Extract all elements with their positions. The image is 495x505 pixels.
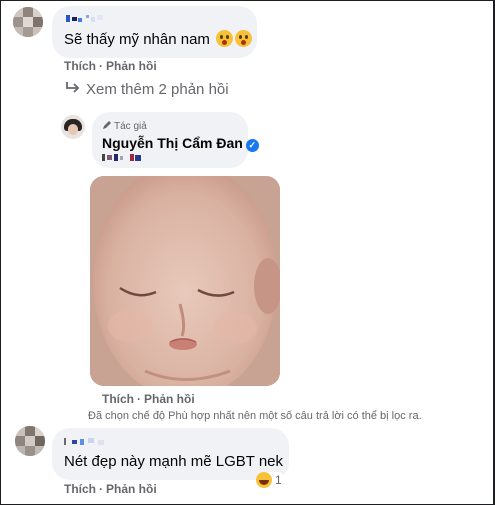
comment-bubble: Nét đẹp này mạnh mẽ LGBT nek — [52, 428, 289, 480]
like-button[interactable]: Thích — [64, 59, 96, 73]
reply-button[interactable]: Phản hồi — [106, 482, 157, 496]
comment-bubble: Sẽ thấy mỹ nhân nam — [52, 6, 257, 58]
astonished-face-icon — [235, 30, 253, 47]
commenter-name-pixelated[interactable] — [66, 15, 106, 22]
reply-button[interactable]: Phản hồi — [106, 59, 157, 73]
filter-note: Đã chọn chế độ Phù hợp nhất nên một số c… — [88, 410, 422, 422]
author-name[interactable]: Nguyễn Thị Cẩm Đan — [102, 135, 243, 151]
commenter-name-pixelated[interactable] — [64, 438, 110, 445]
author-badge-label: Tác giả — [114, 121, 147, 132]
commenter-avatar[interactable] — [15, 426, 45, 456]
view-more-replies-label: Xem thêm 2 phản hồi — [86, 81, 229, 98]
like-button[interactable]: Thích — [64, 482, 96, 496]
view-more-replies[interactable]: Xem thêm 2 phản hồi — [64, 81, 229, 98]
author-avatar[interactable] — [61, 115, 85, 139]
comment-text: Nét đẹp này mạnh mẽ LGBT nek — [64, 453, 284, 470]
reaction-count: 1 — [275, 473, 282, 487]
baby-face-image — [90, 176, 280, 386]
author-reply-bubble: Tác giả Nguyễn Thị Cẩm Đan ✓ — [92, 112, 259, 168]
author-subline-pixelated — [102, 154, 148, 161]
commenter-avatar[interactable] — [13, 7, 43, 37]
reply-button[interactable]: Phản hồi — [144, 392, 195, 406]
like-button[interactable]: Thích — [102, 392, 134, 406]
laughing-face-icon — [256, 472, 272, 488]
astonished-face-icon — [216, 30, 234, 47]
verified-badge-icon: ✓ — [245, 139, 259, 152]
comment-text: Sẽ thấy mỹ nhân nam — [64, 31, 210, 48]
pen-icon — [103, 121, 111, 129]
reply-arrow-icon — [66, 82, 80, 93]
reaction-count-badge[interactable]: 1 — [256, 472, 286, 490]
baby-face-photo[interactable] — [90, 176, 280, 386]
